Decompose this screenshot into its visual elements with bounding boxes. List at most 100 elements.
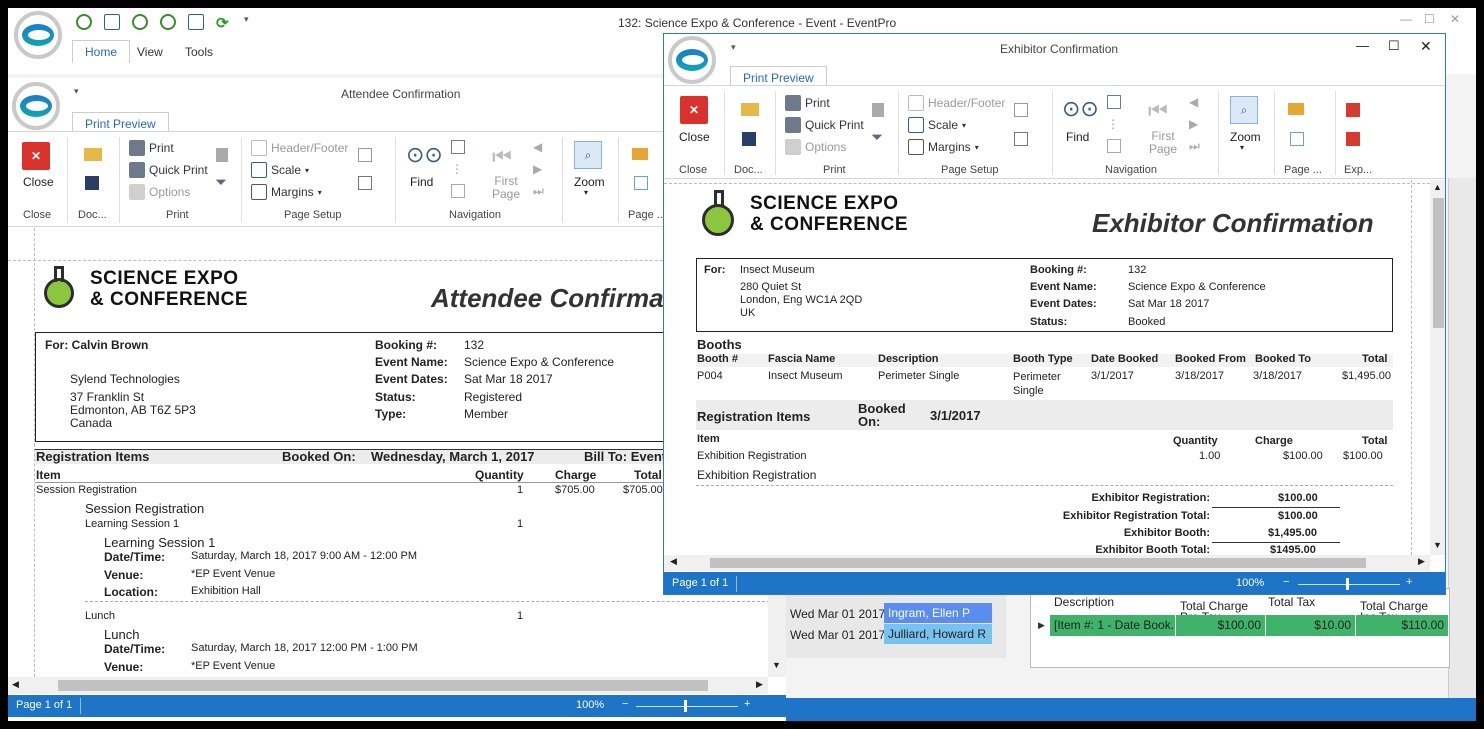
search-doc-icon[interactable]: [451, 184, 465, 198]
item-row-inc-tax[interactable]: $110.00: [1356, 615, 1448, 636]
zoom-label[interactable]: Zoom: [574, 175, 605, 189]
thumbnails-icon[interactable]: [451, 140, 465, 154]
header-footer-button[interactable]: Header/Footer: [251, 140, 348, 156]
quick-print-button[interactable]: Quick Print: [129, 162, 208, 178]
clock-icon[interactable]: [76, 14, 92, 30]
margins-button[interactable]: Margins ▾: [251, 184, 322, 200]
grid-row-name[interactable]: Ingram, Ellen P: [884, 603, 992, 623]
grid-row-name[interactable]: Julliard, Howard R: [884, 624, 992, 644]
maximize-icon[interactable]: ☐: [1424, 12, 1435, 26]
document-icon[interactable]: [104, 14, 120, 30]
item-row-tax[interactable]: $10.00: [1266, 615, 1356, 636]
zoom-icon[interactable]: ⌕: [1230, 96, 1258, 124]
scroll-right-icon[interactable]: ▶: [1418, 556, 1425, 567]
last-page-icon[interactable]: ⏭: [1189, 139, 1200, 154]
tree-icon[interactable]: ⋮: [451, 162, 465, 176]
grid-row-date[interactable]: Wed Mar 01 2017: [786, 604, 885, 624]
scroll-up-icon[interactable]: ▲: [1433, 182, 1442, 192]
item-row-pre-tax[interactable]: $100.00: [1176, 615, 1266, 636]
zoom-icon[interactable]: ⌕: [574, 141, 602, 169]
margins-button[interactable]: Margins ▾: [908, 139, 979, 155]
tab-home[interactable]: Home: [72, 40, 131, 63]
zoom-slider[interactable]: [1298, 584, 1400, 585]
app-logo[interactable]: [14, 11, 62, 59]
watermark-icon[interactable]: [1290, 132, 1304, 146]
expand-arrow-icon[interactable]: ▶: [1038, 620, 1045, 631]
zoom-slider-thumb[interactable]: [1346, 578, 1349, 590]
first-page-label[interactable]: First Page: [488, 175, 524, 201]
tab-view[interactable]: View: [137, 45, 163, 59]
pdf-email-icon[interactable]: [1346, 132, 1360, 146]
zoom-slider-thumb[interactable]: [684, 700, 687, 712]
close-icon[interactable]: ✕: [1450, 12, 1460, 26]
thumbnails-icon[interactable]: [1107, 95, 1121, 109]
zoom-slider[interactable]: [636, 706, 738, 707]
save-icon[interactable]: [85, 176, 99, 190]
clipboard-icon[interactable]: [216, 148, 228, 162]
pdf-export-icon[interactable]: [1346, 103, 1360, 117]
open-folder-icon[interactable]: [741, 103, 759, 116]
close-report-label[interactable]: Close: [679, 130, 710, 144]
binoculars-icon[interactable]: ⊙⊙: [1062, 96, 1099, 121]
first-page-icon[interactable]: ⏮: [492, 144, 512, 170]
search-doc-icon[interactable]: [1107, 139, 1121, 153]
chevron-down-icon[interactable]: ▾: [1240, 143, 1244, 152]
tree-icon[interactable]: ⋮: [1107, 117, 1121, 131]
zoom-out-icon[interactable]: −: [1283, 576, 1289, 588]
funnel-icon[interactable]: ⏷: [871, 129, 883, 146]
clock-icon[interactable]: [132, 14, 148, 30]
zoom-label[interactable]: Zoom: [1230, 130, 1261, 144]
chevron-down-icon[interactable]: ▾: [584, 188, 588, 197]
chevron-down-icon[interactable]: ▾: [731, 42, 736, 53]
scroll-left-icon[interactable]: ◀: [12, 679, 19, 690]
item-row-desc[interactable]: [Item #: 1 - Date Book...: [1050, 615, 1176, 636]
zoom-out-icon[interactable]: −: [622, 698, 628, 710]
next-page-icon[interactable]: ▶: [1189, 117, 1198, 131]
close-report-button[interactable]: ✕: [680, 96, 708, 124]
app-logo[interactable]: [12, 82, 60, 130]
close-report-label[interactable]: Close: [23, 175, 54, 189]
size-icon[interactable]: [358, 176, 372, 190]
page-color-icon[interactable]: [1288, 103, 1304, 115]
options-button[interactable]: Options: [129, 184, 190, 200]
scale-button[interactable]: Scale ▾: [908, 117, 966, 133]
horizontal-scrollbar[interactable]: ◀ ▶: [8, 677, 768, 694]
tab-tools[interactable]: Tools: [185, 45, 213, 59]
mail-icon[interactable]: [188, 14, 204, 30]
minimize-icon[interactable]: —: [1356, 38, 1369, 53]
first-page-label[interactable]: First Page: [1145, 130, 1181, 156]
print-button[interactable]: Print: [129, 140, 174, 156]
maximize-icon[interactable]: ☐: [1388, 38, 1400, 54]
find-label[interactable]: Find: [1066, 130, 1089, 144]
refresh-icon[interactable]: ⟳: [216, 14, 232, 32]
prev-page-icon[interactable]: ◀: [533, 140, 542, 154]
orientation-icon[interactable]: [1014, 103, 1028, 117]
next-page-icon[interactable]: ▶: [533, 162, 542, 176]
last-page-icon[interactable]: ⏭: [533, 184, 544, 199]
zoom-in-icon[interactable]: +: [1406, 576, 1412, 588]
quick-print-button[interactable]: Quick Print: [785, 117, 864, 133]
zoom-in-icon[interactable]: +: [744, 698, 750, 710]
binoculars-icon[interactable]: ⊙⊙: [406, 142, 443, 167]
grid-row-date[interactable]: Wed Mar 01 2017: [786, 625, 885, 645]
clock-icon[interactable]: [160, 14, 176, 30]
clipboard-icon[interactable]: [872, 103, 884, 117]
scroll-down-icon[interactable]: ▼: [1433, 540, 1442, 550]
watermark-icon[interactable]: [634, 176, 648, 190]
app-logo[interactable]: [668, 36, 716, 84]
horizontal-scrollbar[interactable]: ◀ ▶: [664, 555, 1430, 571]
open-folder-icon[interactable]: [84, 148, 102, 161]
size-icon[interactable]: [1014, 132, 1028, 146]
print-button[interactable]: Print: [785, 95, 830, 111]
close-report-button[interactable]: ✕: [22, 142, 50, 170]
scale-button[interactable]: Scale ▾: [251, 162, 309, 178]
close-icon[interactable]: ✕: [1420, 38, 1432, 55]
orientation-icon[interactable]: [358, 148, 372, 162]
first-page-icon[interactable]: ⏮: [1148, 98, 1168, 124]
page-color-icon[interactable]: [632, 148, 648, 160]
header-footer-button[interactable]: Header/Footer: [908, 95, 1005, 111]
minimize-icon[interactable]: —: [1400, 12, 1412, 26]
find-label[interactable]: Find: [410, 175, 433, 189]
prev-page-icon[interactable]: ◀: [1189, 95, 1198, 109]
funnel-icon[interactable]: ⏷: [215, 174, 227, 191]
